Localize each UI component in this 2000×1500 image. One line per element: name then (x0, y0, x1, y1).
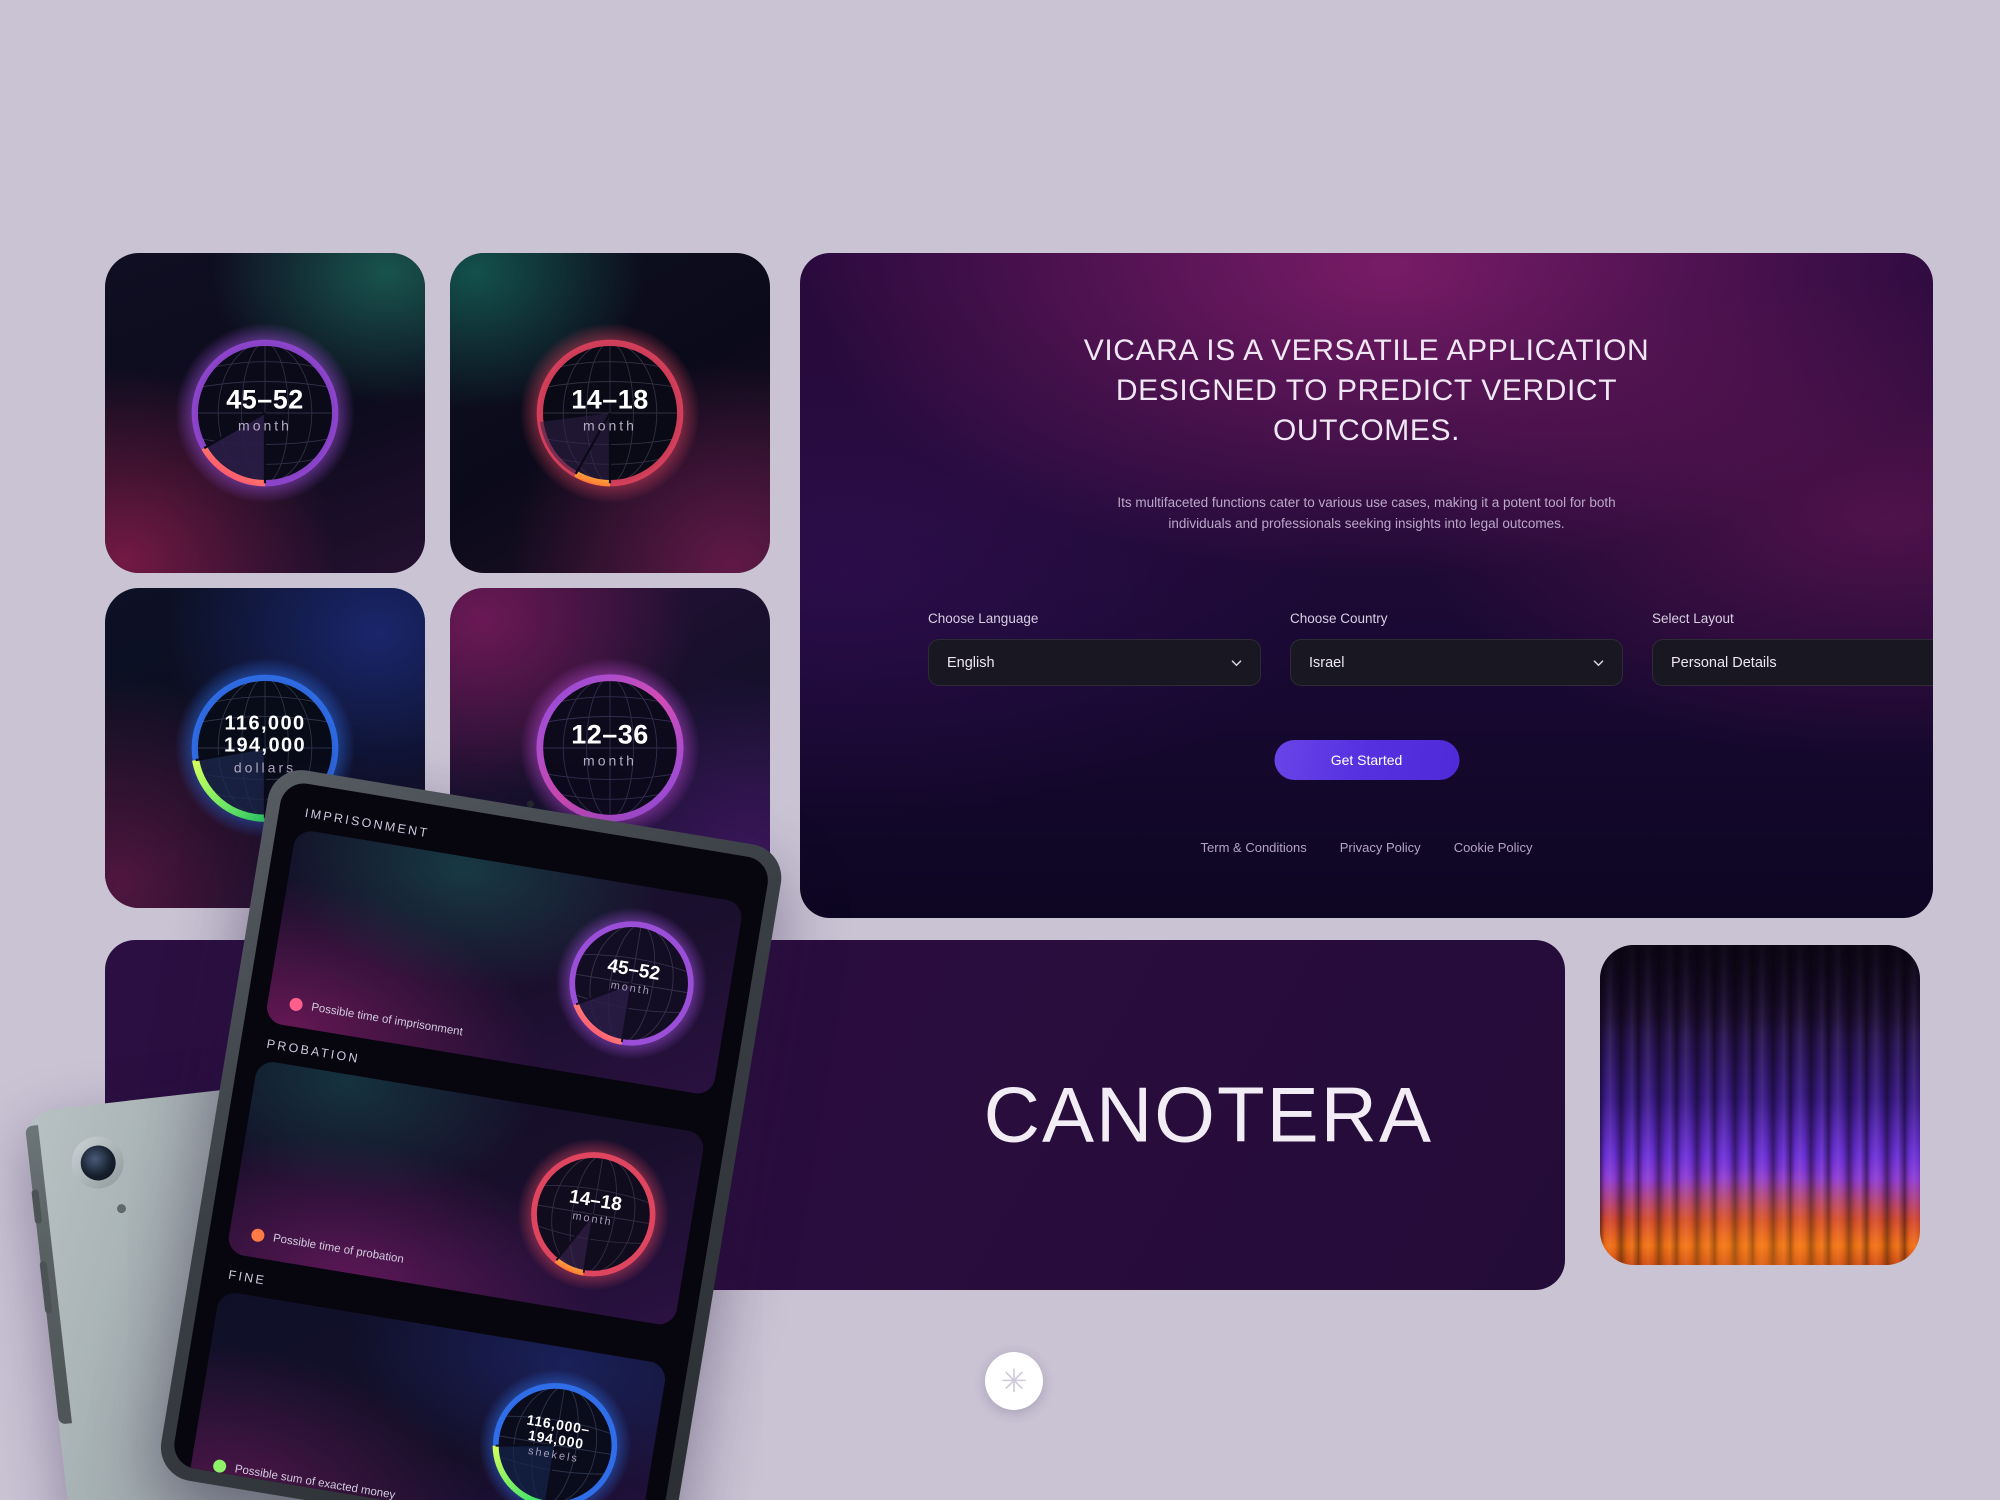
legend-label: Possible time of imprisonment (310, 1001, 464, 1038)
showcase-canvas: 45–52 month 14–18 month 116,000 194,000 … (0, 0, 2000, 1500)
app-screen: IMPRISONMENT 45–52 month Possible time o… (170, 779, 772, 1500)
chevron-down-icon (1231, 659, 1242, 666)
legend-swatch (288, 996, 304, 1012)
legend-imprisonment: Possible time of imprisonment (288, 996, 464, 1038)
asterisk-badge[interactable]: ✳ (985, 1352, 1043, 1410)
legend-probation: Possible time of probation (250, 1227, 405, 1266)
onboarding-form: Choose Language English Choose Country I… (928, 611, 1933, 686)
legend-label: Possible time of probation (272, 1231, 405, 1266)
gauge-value: 116,000 194,000 (223, 712, 307, 757)
gauge-dial: 116,000– 194,000 shekels (468, 1358, 643, 1500)
country-select-value: Israel (1309, 654, 1345, 671)
asterisk-icon: ✳ (1000, 1363, 1028, 1399)
gauge-value: 14–18 (571, 384, 649, 415)
layout-select-value: Personal Details (1671, 654, 1777, 671)
legal-links: Term & Conditions Privacy Policy Cookie … (800, 840, 1933, 855)
glow-vignette (1600, 945, 1920, 1265)
field-label: Choose Language (928, 611, 1039, 626)
page-title: VICARA IS A VERSATILE APPLICATION DESIGN… (1083, 334, 1650, 447)
gauge-readout: 116,000 194,000 dollars (180, 712, 350, 775)
terms-link[interactable]: Term & Conditions (1201, 840, 1307, 855)
hero-panel: VICARA IS A VERSATILE APPLICATION DESIGN… (800, 253, 1933, 918)
gradient-bars-card (1600, 945, 1920, 1265)
gauge-dial: 45–52 month (175, 323, 355, 503)
field-label: Select Layout (1652, 611, 1734, 626)
gauge-unit: month (238, 416, 292, 433)
legend-swatch (212, 1458, 228, 1474)
gauge-readout: 14–18 month (525, 384, 695, 433)
gauge-card-imprisonment[interactable]: 45–52 month (105, 253, 425, 573)
gauge-unit: month (583, 416, 637, 433)
section-fine[interactable]: 116,000– 194,000 shekels Possible sum of… (187, 1290, 668, 1500)
language-select[interactable]: English (928, 639, 1261, 686)
gauge-readout: 12–36 month (525, 719, 695, 768)
gauge-dial: 45–52 month (544, 896, 719, 1071)
get-started-button[interactable]: Get Started (1274, 740, 1459, 780)
brand-wordmark: CANOTERA (983, 1070, 1433, 1159)
layout-select[interactable]: Personal Details (1652, 639, 1933, 686)
gauge-unit: month (583, 751, 637, 768)
legend-swatch (250, 1227, 266, 1243)
hero-subhead: Its multifaceted functions cater to vari… (1117, 494, 1616, 531)
field-language: Choose Language English (928, 611, 1261, 686)
field-country: Choose Country Israel (1290, 611, 1623, 686)
gauge-dial: 14–18 month (520, 323, 700, 503)
country-select[interactable]: Israel (1290, 639, 1623, 686)
gauge-dial: 14–18 month (506, 1127, 681, 1302)
privacy-link[interactable]: Privacy Policy (1340, 840, 1421, 855)
gauge-readout: 45–52 month (180, 384, 350, 433)
gauge-card-probation[interactable]: 14–18 month (450, 253, 770, 573)
field-label: Choose Country (1290, 611, 1388, 626)
language-select-value: English (947, 654, 995, 671)
chevron-down-icon (1593, 659, 1604, 666)
cookie-link[interactable]: Cookie Policy (1454, 840, 1533, 855)
gauge-value: 12–36 (571, 719, 649, 750)
gauge-value: 45–52 (226, 384, 304, 415)
field-layout: Select Layout Personal Details (1652, 611, 1933, 686)
